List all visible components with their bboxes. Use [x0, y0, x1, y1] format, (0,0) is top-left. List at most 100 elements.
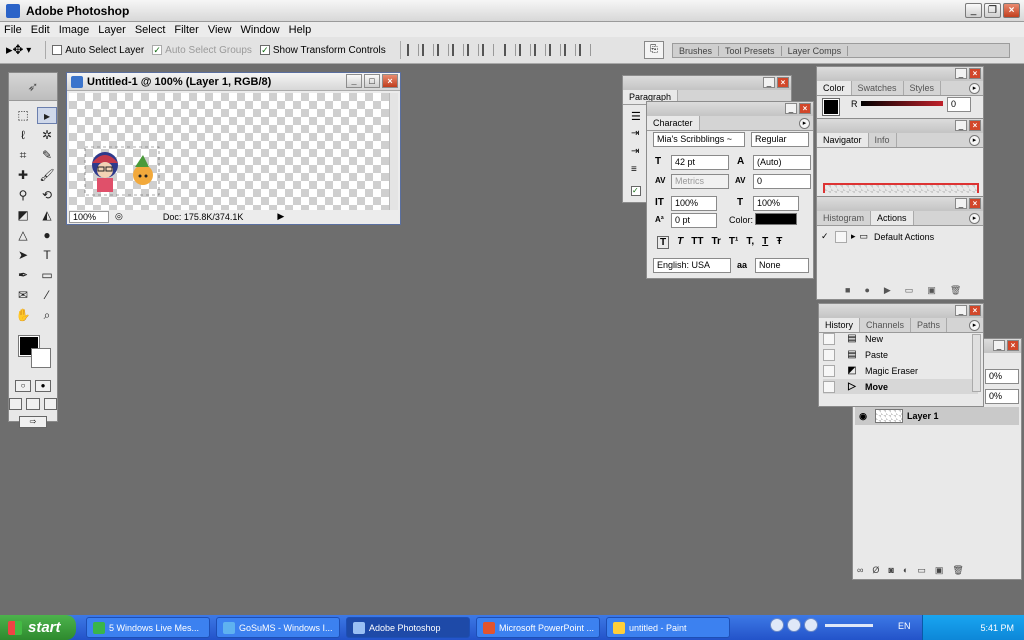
- antialias-select[interactable]: None: [755, 258, 809, 273]
- screen-mode-full-menu-button[interactable]: [26, 398, 40, 410]
- indent-first-line-icon[interactable]: ⇥: [631, 146, 639, 157]
- red-channel-slider[interactable]: [861, 101, 943, 106]
- action-toggle-checkbox[interactable]: ✓: [821, 231, 835, 242]
- distribute-left-icon[interactable]: [548, 44, 561, 56]
- menu-window[interactable]: Window: [241, 24, 280, 36]
- align-bottom-icon[interactable]: [436, 44, 449, 56]
- history-brush-source-box[interactable]: [823, 380, 835, 393]
- actions-panel-menu-icon[interactable]: ▸: [969, 213, 980, 224]
- go-to-bridge-button[interactable]: ⎘: [644, 41, 664, 59]
- kerning-field[interactable]: Metrics: [671, 174, 729, 189]
- dodge-tool-icon[interactable]: ●: [37, 227, 57, 244]
- superscript-button[interactable]: T¹: [729, 236, 738, 249]
- healing-brush-tool-icon[interactable]: ✚: [13, 167, 33, 184]
- well-tab-layer-comps[interactable]: Layer Comps: [782, 45, 849, 56]
- taskbar-item-messenger[interactable]: 5 Windows Live Mes...: [86, 617, 210, 638]
- canvas[interactable]: [69, 93, 389, 211]
- document-minimize-button[interactable]: _: [346, 74, 362, 88]
- faux-bold-button[interactable]: T: [657, 236, 670, 249]
- history-brush-source-box[interactable]: [823, 364, 835, 377]
- vertical-scale-field[interactable]: 100%: [671, 196, 717, 211]
- paragraph-minimize-button[interactable]: _: [763, 77, 775, 88]
- small-caps-button[interactable]: Tr: [711, 236, 720, 249]
- screen-mode-standard-button[interactable]: [9, 398, 23, 410]
- new-group-icon[interactable]: ▭: [917, 565, 926, 576]
- menu-file[interactable]: File: [4, 24, 22, 36]
- align-left-icon[interactable]: [451, 44, 464, 56]
- auto-select-layer-checkbox[interactable]: [52, 45, 63, 55]
- restore-button[interactable]: ❐: [984, 3, 1001, 18]
- horizontal-scale-field[interactable]: 100%: [753, 196, 799, 211]
- color-panel-menu-icon[interactable]: ▸: [969, 83, 980, 94]
- tab-navigator[interactable]: Navigator: [817, 133, 869, 147]
- minimize-button[interactable]: _: [965, 3, 982, 18]
- align-left-text-icon[interactable]: ☰: [631, 110, 641, 123]
- tab-history[interactable]: History: [819, 318, 861, 332]
- clone-stamp-tool-icon[interactable]: ⚲: [13, 187, 33, 204]
- show-transform-controls-option[interactable]: ✓ Show Transform Controls: [259, 45, 386, 56]
- magic-wand-tool-icon[interactable]: ✲: [37, 127, 57, 144]
- paint-bucket-tool-icon[interactable]: ◭: [37, 207, 57, 224]
- underline-button[interactable]: T: [762, 236, 768, 249]
- navigator-close-button[interactable]: ×: [969, 120, 981, 131]
- well-tab-tool-presets[interactable]: Tool Presets: [719, 45, 782, 56]
- menu-edit[interactable]: Edit: [31, 24, 50, 36]
- distribute-top-icon[interactable]: [503, 44, 516, 56]
- tracking-field[interactable]: 0: [753, 174, 811, 189]
- taskbar-item-gosums[interactable]: GoSuMS - Windows I...: [216, 617, 340, 638]
- paragraph-close-button[interactable]: ×: [777, 77, 789, 88]
- tool-preset-picker[interactable]: ▸✥ ▾: [6, 42, 31, 58]
- crop-tool-icon[interactable]: ⌗: [13, 147, 33, 164]
- auto-select-layer-option[interactable]: Auto Select Layer: [52, 45, 144, 56]
- history-brush-source-box[interactable]: [823, 348, 835, 361]
- type-tool-icon[interactable]: T: [37, 247, 57, 264]
- eyedropper-tool-icon[interactable]: ⁄: [37, 287, 57, 304]
- media-volume-slider[interactable]: [825, 623, 873, 627]
- layer-mask-icon[interactable]: ◙: [888, 565, 893, 576]
- layer-style-icon[interactable]: Ø: [872, 565, 879, 576]
- lasso-tool-icon[interactable]: ℓ: [13, 127, 33, 144]
- screen-mode-full-button[interactable]: [43, 398, 57, 410]
- action-dialog-toggle[interactable]: [835, 230, 847, 243]
- new-action-icon[interactable]: ▣: [927, 285, 936, 296]
- record-icon[interactable]: ●: [864, 285, 869, 296]
- distribute-hcenter-icon[interactable]: [563, 44, 576, 56]
- tab-styles[interactable]: Styles: [904, 81, 942, 95]
- distribute-bottom-icon[interactable]: [533, 44, 546, 56]
- history-brush-source-box[interactable]: [823, 332, 835, 345]
- vertical-scrollbar[interactable]: [389, 93, 398, 211]
- action-set-row[interactable]: ✓ ▸ ▭ Default Actions: [821, 229, 976, 244]
- tab-color[interactable]: Color: [817, 81, 852, 95]
- adjustment-layer-icon[interactable]: ◐: [903, 565, 908, 576]
- play-pause-icon[interactable]: [787, 618, 801, 632]
- marquee-tool-icon[interactable]: ⬚: [13, 107, 33, 124]
- zoom-field[interactable]: 100%: [69, 210, 109, 223]
- feather-icon[interactable]: ➶: [9, 73, 57, 101]
- tab-paths[interactable]: Paths: [911, 318, 948, 332]
- character-panel-menu-icon[interactable]: ▸: [799, 118, 810, 129]
- status-menu-arrow-icon[interactable]: ▶: [277, 211, 284, 222]
- move-tool-icon[interactable]: ▸: [37, 107, 57, 124]
- slice-tool-icon[interactable]: ✎: [37, 147, 57, 164]
- pen-tool-icon[interactable]: ✒: [13, 267, 33, 284]
- stop-icon[interactable]: [804, 618, 818, 632]
- document-close-button[interactable]: ×: [382, 74, 398, 88]
- stop-icon[interactable]: ■: [845, 285, 850, 296]
- tab-channels[interactable]: Channels: [860, 318, 912, 332]
- tab-histogram[interactable]: Histogram: [817, 211, 872, 225]
- zoom-tool-icon[interactable]: ⌕: [37, 307, 57, 324]
- history-state-row[interactable]: ▤ Paste: [823, 347, 978, 362]
- navigator-panel-menu-icon[interactable]: ▸: [969, 135, 980, 146]
- font-family-select[interactable]: Mia's Scribblings ~: [653, 132, 745, 147]
- character-sprite-image[interactable]: [83, 145, 161, 197]
- blur-tool-icon[interactable]: △: [13, 227, 33, 244]
- path-selection-tool-icon[interactable]: ➤: [13, 247, 33, 264]
- menu-filter[interactable]: Filter: [174, 24, 198, 36]
- history-state-row[interactable]: ▷ Move: [823, 379, 978, 394]
- hyphenate-checkbox[interactable]: ✓: [631, 186, 641, 196]
- history-scrollbar[interactable]: [972, 334, 981, 392]
- history-state-row[interactable]: ◩ Magic Eraser: [823, 363, 978, 378]
- history-brush-tool-icon[interactable]: ⟲: [37, 187, 57, 204]
- link-layers-icon[interactable]: ∞: [857, 565, 863, 576]
- navigator-preview[interactable]: [823, 183, 979, 193]
